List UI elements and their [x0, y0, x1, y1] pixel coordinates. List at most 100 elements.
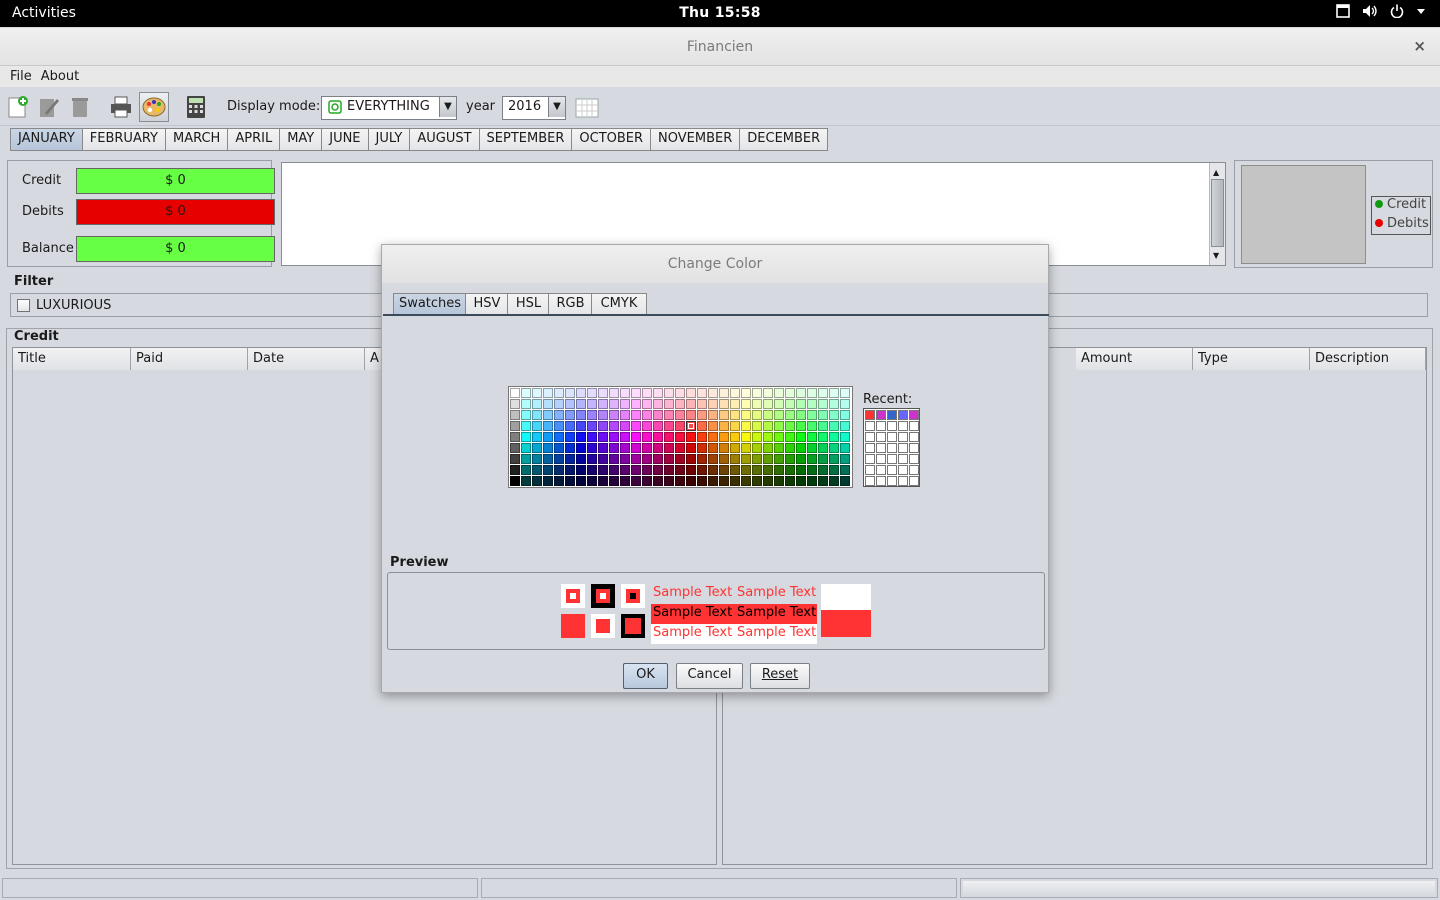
color-swatch[interactable] — [741, 443, 751, 453]
color-swatch[interactable] — [697, 465, 707, 475]
color-swatch[interactable] — [598, 410, 608, 420]
color-swatch[interactable] — [697, 410, 707, 420]
color-swatch[interactable] — [631, 454, 641, 464]
color-swatch[interactable] — [664, 454, 674, 464]
trash-icon[interactable] — [68, 95, 92, 119]
color-swatch[interactable] — [587, 410, 597, 420]
color-swatch[interactable] — [818, 388, 828, 398]
color-swatch[interactable] — [719, 465, 729, 475]
color-swatch[interactable] — [620, 454, 630, 464]
color-swatch[interactable] — [818, 410, 828, 420]
color-swatch[interactable] — [565, 410, 575, 420]
color-swatch[interactable] — [609, 476, 619, 486]
color-swatch[interactable] — [774, 454, 784, 464]
recent-swatch[interactable] — [909, 443, 919, 453]
color-swatch[interactable] — [829, 476, 839, 486]
recent-swatch[interactable] — [865, 443, 875, 453]
scroll-up-icon[interactable]: ▲ — [1213, 168, 1219, 177]
color-swatch[interactable] — [807, 421, 817, 431]
color-swatch[interactable] — [818, 465, 828, 475]
calculator-icon[interactable] — [184, 95, 208, 119]
color-swatch[interactable] — [532, 465, 542, 475]
edit-icon[interactable] — [37, 95, 61, 119]
color-swatch[interactable] — [642, 399, 652, 409]
color-swatch[interactable] — [785, 410, 795, 420]
color-swatch[interactable] — [642, 421, 652, 431]
color-swatch[interactable] — [609, 432, 619, 442]
color-swatch[interactable] — [840, 410, 850, 420]
color-swatch[interactable] — [686, 421, 696, 431]
volume-icon[interactable] — [1362, 4, 1378, 18]
color-swatch[interactable] — [587, 421, 597, 431]
color-swatch[interactable] — [675, 443, 685, 453]
color-swatch[interactable] — [576, 421, 586, 431]
color-swatch[interactable] — [543, 454, 553, 464]
color-swatch[interactable] — [763, 421, 773, 431]
color-swatch[interactable] — [829, 388, 839, 398]
color-swatch[interactable] — [565, 476, 575, 486]
tab-hsv[interactable]: HSV — [465, 293, 509, 316]
color-swatch[interactable] — [763, 432, 773, 442]
color-swatch[interactable] — [576, 465, 586, 475]
color-swatch[interactable] — [598, 421, 608, 431]
color-swatch[interactable] — [565, 454, 575, 464]
tab-may[interactable]: MAY — [280, 128, 323, 151]
color-swatch[interactable] — [730, 454, 740, 464]
color-swatch[interactable] — [807, 476, 817, 486]
color-swatch[interactable] — [532, 432, 542, 442]
color-swatch[interactable] — [730, 388, 740, 398]
recent-swatch[interactable] — [876, 443, 886, 453]
color-swatch[interactable] — [642, 443, 652, 453]
color-swatch[interactable] — [653, 476, 663, 486]
color-swatch[interactable] — [642, 476, 652, 486]
color-swatch[interactable] — [565, 421, 575, 431]
window-icon[interactable] — [1336, 4, 1350, 18]
tab-september[interactable]: SEPTEMBER — [479, 128, 573, 151]
color-swatch[interactable] — [774, 421, 784, 431]
color-swatch[interactable] — [565, 432, 575, 442]
color-swatch[interactable] — [840, 443, 850, 453]
recent-swatch[interactable] — [898, 454, 908, 464]
recent-swatch[interactable] — [887, 454, 897, 464]
color-swatch[interactable] — [554, 476, 564, 486]
color-swatch[interactable] — [543, 421, 553, 431]
color-swatch[interactable] — [675, 432, 685, 442]
tab-november[interactable]: NOVEMBER — [651, 128, 741, 151]
chevron-down-icon[interactable] — [1416, 4, 1426, 18]
color-swatch[interactable] — [521, 476, 531, 486]
color-swatch[interactable] — [554, 432, 564, 442]
color-swatch[interactable] — [521, 421, 531, 431]
color-swatch[interactable] — [576, 399, 586, 409]
color-swatch[interactable] — [521, 443, 531, 453]
color-swatch[interactable] — [774, 399, 784, 409]
color-swatch[interactable] — [741, 399, 751, 409]
color-swatch[interactable] — [642, 454, 652, 464]
color-swatch[interactable] — [686, 476, 696, 486]
color-swatch[interactable] — [796, 410, 806, 420]
color-swatch[interactable] — [708, 454, 718, 464]
recent-swatch[interactable] — [865, 421, 875, 431]
recent-swatch[interactable] — [876, 465, 886, 475]
color-swatch[interactable] — [829, 454, 839, 464]
recent-swatch[interactable] — [898, 476, 908, 486]
color-swatch[interactable] — [752, 443, 762, 453]
color-swatch[interactable] — [620, 388, 630, 398]
color-swatch[interactable] — [642, 388, 652, 398]
color-swatch[interactable] — [796, 421, 806, 431]
recent-swatch[interactable] — [909, 410, 919, 420]
scrollbar-thumb[interactable] — [1211, 179, 1224, 247]
color-swatch[interactable] — [532, 410, 542, 420]
color-swatch[interactable] — [774, 476, 784, 486]
color-swatch[interactable] — [554, 421, 564, 431]
color-swatch[interactable] — [697, 388, 707, 398]
color-swatch[interactable] — [741, 421, 751, 431]
tab-july[interactable]: JULY — [368, 128, 411, 151]
color-swatch[interactable] — [774, 410, 784, 420]
color-swatch[interactable] — [785, 432, 795, 442]
menu-about[interactable]: About — [41, 69, 79, 84]
color-swatch[interactable] — [686, 465, 696, 475]
color-swatch[interactable] — [730, 410, 740, 420]
color-swatch[interactable] — [796, 476, 806, 486]
color-swatch[interactable] — [763, 410, 773, 420]
color-swatch[interactable] — [543, 465, 553, 475]
